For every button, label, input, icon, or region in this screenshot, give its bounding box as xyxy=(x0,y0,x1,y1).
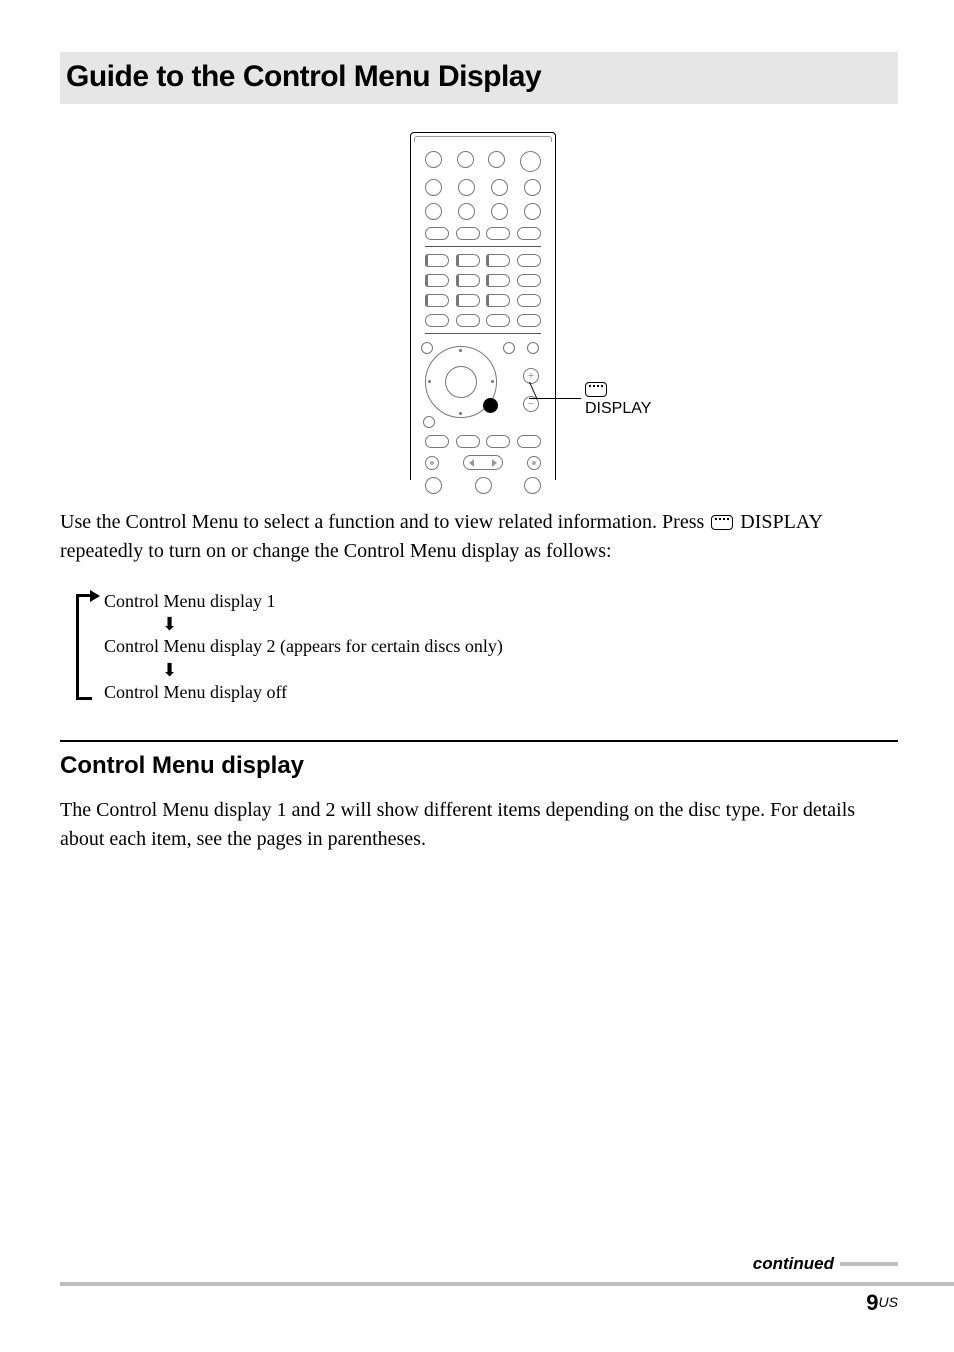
intro-paragraph: Use the Control Menu to select a functio… xyxy=(60,508,898,566)
remote-button xyxy=(491,203,508,220)
remote-button xyxy=(517,254,541,267)
remote-button xyxy=(456,254,480,267)
section-divider xyxy=(60,740,898,742)
remote-button xyxy=(475,477,492,494)
remote-button xyxy=(457,151,474,168)
display-button-highlight xyxy=(483,398,498,413)
remote-button xyxy=(456,294,480,307)
menu-cycle-diagram: Control Menu display 1 ⬇︎ Control Menu d… xyxy=(60,590,898,704)
remote-button xyxy=(486,294,510,307)
remote-button xyxy=(524,477,541,494)
remote-button xyxy=(425,151,442,168)
page-region: US xyxy=(879,1294,898,1310)
continued-label: continued xyxy=(753,1254,834,1274)
remote-button xyxy=(425,227,449,240)
remote-button xyxy=(488,151,505,168)
remote-button xyxy=(425,456,439,470)
remote-button xyxy=(486,435,510,448)
page-footer: continued 9US xyxy=(60,1254,898,1316)
remote-button xyxy=(425,314,449,327)
down-arrow-icon: ⬇︎ xyxy=(162,615,898,633)
remote-button xyxy=(463,455,503,470)
remote-button xyxy=(524,203,541,220)
remote-button xyxy=(517,227,541,240)
remote-button xyxy=(421,342,433,354)
cycle-step-1: Control Menu display 1 xyxy=(104,590,898,613)
remote-button xyxy=(425,294,449,307)
remote-button xyxy=(486,227,510,240)
remote-button xyxy=(456,274,480,287)
section-body-text: The Control Menu display 1 and 2 will sh… xyxy=(60,796,898,854)
remote-button xyxy=(456,314,480,327)
page-number-value: 9 xyxy=(866,1290,878,1315)
remote-button xyxy=(503,342,515,354)
remote-illustration-container: + − xyxy=(68,132,898,480)
title-bar: Guide to the Control Menu Display xyxy=(60,52,898,104)
remote-button xyxy=(517,294,541,307)
section-heading: Control Menu display xyxy=(60,752,898,780)
footer-rule xyxy=(60,1282,954,1286)
remote-button xyxy=(458,179,475,196)
remote-button xyxy=(456,227,480,240)
display-button-callout: DISPLAY xyxy=(585,382,651,418)
remote-button xyxy=(517,274,541,287)
remote-button xyxy=(425,477,442,494)
page-number: 9US xyxy=(60,1290,898,1316)
cycle-loop-arrow-icon xyxy=(76,594,92,700)
remote-button xyxy=(527,342,539,354)
remote-button xyxy=(425,203,442,220)
remote-button xyxy=(425,254,449,267)
remote-control-illustration: + − xyxy=(410,132,556,480)
down-arrow-icon: ⬇︎ xyxy=(162,661,898,679)
remote-button xyxy=(517,435,541,448)
remote-button xyxy=(520,151,541,172)
remote-button xyxy=(456,435,480,448)
page-title: Guide to the Control Menu Display xyxy=(66,60,890,94)
remote-button xyxy=(524,179,541,196)
remote-button xyxy=(486,254,510,267)
continued-bar xyxy=(840,1262,898,1266)
remote-button xyxy=(517,314,541,327)
remote-button xyxy=(458,203,475,220)
remote-button xyxy=(425,179,442,196)
remote-button xyxy=(527,456,541,470)
remote-button xyxy=(486,314,510,327)
paragraph-text-part1: Use the Control Menu to select a functio… xyxy=(60,511,709,533)
remote-button xyxy=(423,416,435,428)
remote-button xyxy=(486,274,510,287)
cycle-step-2: Control Menu display 2 (appears for cert… xyxy=(104,635,898,658)
remote-button xyxy=(425,274,449,287)
display-icon xyxy=(585,382,607,397)
remote-button xyxy=(425,435,449,448)
remote-button xyxy=(491,179,508,196)
cycle-step-3: Control Menu display off xyxy=(104,681,898,704)
callout-label: DISPLAY xyxy=(585,400,651,417)
display-icon xyxy=(711,515,733,530)
